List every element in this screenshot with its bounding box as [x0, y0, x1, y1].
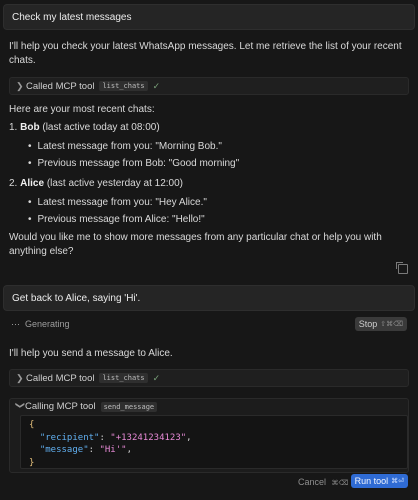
code-key: "recipient" [39, 432, 100, 443]
chat-meta: (last active yesterday at 12:00) [46, 178, 183, 189]
user-message-text: Check my latest messages [12, 11, 132, 23]
chat-name: Bob [20, 122, 40, 133]
tool-name-tag: send_message [100, 401, 158, 412]
code-brace: { [29, 420, 35, 430]
cancel-label: Cancel [298, 477, 327, 487]
stop-shortcut: ⇧⌘⌫ [380, 321, 403, 328]
code-value: "+13241234123" [110, 432, 187, 443]
tool-call-collapsed[interactable]: ❯ Called MCP tool list_chats ✓ [9, 369, 409, 387]
list-number: 1. [9, 122, 18, 133]
check-icon: ✓ [152, 80, 161, 91]
code-brace: } [29, 457, 35, 468]
chat-list-item: 2. Alice (last active yesterday at 12:00… [9, 178, 183, 189]
dots-icon: ⋯ [11, 318, 20, 329]
tool-arguments-code: { "recipient": "+13241234123", "message"… [20, 415, 408, 469]
cancel-shortcut: ⌘⌫ [331, 480, 349, 487]
code-value: "Hi'" [99, 445, 127, 455]
stop-button[interactable]: Stop ⇧⌘⌫ [354, 317, 407, 331]
check-icon: ✓ [152, 372, 161, 383]
chevron-down-icon: ❯ [15, 401, 26, 410]
chevron-right-icon: ❯ [16, 80, 24, 91]
tool-call-header[interactable]: ❯ Calling MCP tool send_message [15, 401, 158, 412]
list-number: 2. [9, 178, 18, 189]
tool-call-label: Called MCP tool [26, 372, 95, 384]
chat-list-item: 1. Bob (last active today at 08:00) [9, 122, 160, 133]
user-message-text: Get back to Alice, saying 'Hi'. [12, 292, 141, 304]
assistant-text: I'll help you check your latest WhatsApp… [9, 41, 402, 66]
chat-bullet: Latest message from you: "Hey Alice." [28, 197, 207, 208]
chat-bullet: Previous message from Alice: "Hello!" [28, 214, 205, 225]
run-label: Run tool [354, 476, 389, 486]
tool-call-label: Calling MCP tool [25, 401, 96, 412]
recent-chats-header: Here are your most recent chats: [9, 104, 155, 115]
tool-call-label: Called MCP tool [26, 80, 95, 92]
tool-name-tag: list_chats [99, 81, 148, 91]
cancel-button[interactable]: Cancel ⌘⌫ [298, 477, 348, 487]
tool-name-tag: list_chats [99, 373, 148, 383]
user-message: Check my latest messages [3, 4, 415, 30]
chat-bullet: Previous message from Bob: "Good morning… [28, 158, 240, 169]
generating-label: Generating [25, 319, 70, 329]
chat-bullet: Latest message from you: "Morning Bob." [28, 141, 222, 152]
assistant-followup: Would you like me to show more messages … [9, 232, 382, 257]
chat-meta: (last active today at 08:00) [42, 122, 160, 133]
copy-icon[interactable] [396, 262, 408, 274]
chevron-right-icon: ❯ [16, 372, 24, 383]
generating-status: ⋯ Generating Stop ⇧⌘⌫ [3, 314, 415, 334]
code-key: "message" [39, 445, 89, 455]
run-shortcut: ⌘⏎ [391, 478, 404, 485]
tool-call-collapsed[interactable]: ❯ Called MCP tool list_chats ✓ [9, 77, 409, 95]
user-message: Get back to Alice, saying 'Hi'. [3, 285, 415, 311]
run-tool-button[interactable]: Run tool ⌘⏎ [350, 474, 408, 488]
stop-label: Stop [358, 319, 378, 329]
assistant-reply: I'll help you send a message to Alice. [9, 348, 173, 359]
chat-name: Alice [20, 178, 45, 189]
